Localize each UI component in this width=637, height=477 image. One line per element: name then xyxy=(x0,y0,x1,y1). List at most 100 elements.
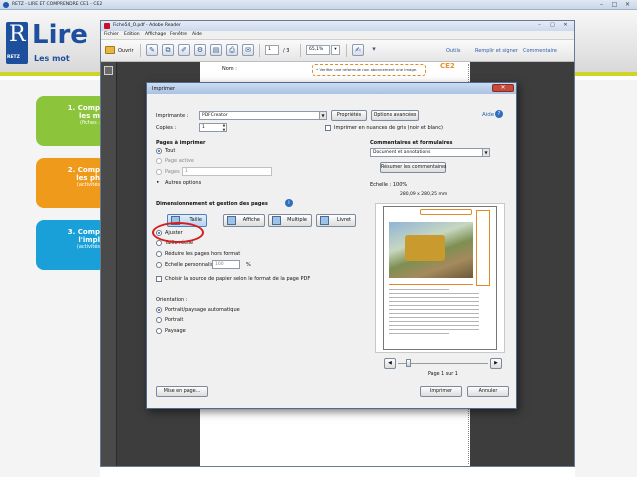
settings-icon[interactable]: ⚙ xyxy=(194,44,206,56)
comments-section-title: Commentaires et formulaires xyxy=(370,140,453,146)
more-options-toggle[interactable]: Autres options xyxy=(165,180,201,186)
email-icon[interactable]: ✉ xyxy=(242,44,254,56)
menu-edition[interactable]: Edition xyxy=(124,32,140,37)
orientation-auto-radio[interactable] xyxy=(156,307,162,313)
help-icon[interactable]: ? xyxy=(495,110,503,118)
cancel-button[interactable]: Annuler xyxy=(467,386,509,397)
shrink-oversized-radio[interactable] xyxy=(156,251,162,257)
paper-source-label: Choisir la source de papier selon le for… xyxy=(165,276,311,282)
edit-icon[interactable]: ✐ xyxy=(178,44,190,56)
app-icon xyxy=(3,2,9,8)
tools-panel-link[interactable]: Outils xyxy=(446,48,460,54)
card-title: 1. Comp xyxy=(67,104,100,112)
outer-minimize-button[interactable]: – xyxy=(595,1,608,9)
properties-button[interactable]: Propriétés xyxy=(331,110,367,121)
chapter-card-3[interactable]: 3. Comp l'impl (activités xyxy=(36,220,106,270)
document-warning-box: • Verifier une reformule non abonnement … xyxy=(312,64,426,76)
create-pdf-icon[interactable]: ✎ xyxy=(146,44,158,56)
menu-affichage[interactable]: Affichage xyxy=(145,32,166,37)
pages-range-label: Pages xyxy=(165,169,180,175)
card-title: 2. Comp xyxy=(67,166,100,174)
paper-source-checkbox[interactable] xyxy=(156,276,162,282)
custom-scale-input[interactable]: 100 xyxy=(212,260,240,269)
preview-prev-button[interactable]: ◀ xyxy=(384,358,396,369)
card-title-2: l'impl xyxy=(78,236,100,244)
card-title: 3. Comp xyxy=(67,228,100,236)
help-link[interactable]: Aide xyxy=(482,112,494,118)
preview-page-indicator: Page 1 sur 1 xyxy=(428,372,458,377)
pages-range-input[interactable]: 1 xyxy=(182,167,272,176)
card-subtitle: (activités xyxy=(76,182,100,188)
preview-text-line xyxy=(389,284,473,285)
pages-all-label: Tout xyxy=(165,148,176,154)
preview-next-button[interactable]: ▶ xyxy=(490,358,502,369)
pages-active-radio[interactable] xyxy=(156,158,162,164)
comment-panel-link[interactable]: Commentaire xyxy=(523,48,557,54)
navigation-pane xyxy=(101,62,117,466)
summarize-comments-button[interactable]: Résumer les commentaires xyxy=(380,162,446,173)
preview-text-line xyxy=(389,297,479,298)
custom-scale-radio[interactable] xyxy=(156,262,162,268)
preview-slider-thumb[interactable] xyxy=(406,359,411,367)
sign-icon[interactable]: ✍ xyxy=(352,44,364,56)
page-thumbnails-icon[interactable] xyxy=(104,66,113,75)
reader-minimize-button[interactable]: – xyxy=(533,21,546,30)
orientation-landscape-radio[interactable] xyxy=(156,328,162,334)
toolbar-more-icon[interactable]: ▾ xyxy=(368,44,380,56)
comments-select[interactable]: Document et annotations xyxy=(370,148,490,157)
pages-active-label: Page active xyxy=(165,158,194,164)
chapter-card-1[interactable]: 1. Comp les m (fiches : xyxy=(36,96,106,146)
highlight-ellipse-annotation xyxy=(152,222,204,243)
open-button[interactable]: Ouvrir xyxy=(118,48,134,54)
printer-select[interactable]: PDFCreator xyxy=(199,111,327,120)
printer-chevron-down-icon[interactable]: ▼ xyxy=(319,112,326,119)
poster-tab-icon xyxy=(227,216,236,225)
print-button[interactable]: Imprimer xyxy=(420,386,462,397)
grayscale-label: Imprimer en nuances de gris (noir et bla… xyxy=(334,125,443,131)
menu-aide[interactable]: Aide xyxy=(192,32,202,37)
toolbar-separator xyxy=(300,44,301,57)
comments-chevron-down-icon[interactable]: ▼ xyxy=(482,149,489,156)
card-subtitle: (activités xyxy=(76,244,100,250)
more-options-expand-icon[interactable]: ▸ xyxy=(157,180,159,185)
pages-all-radio[interactable] xyxy=(156,148,162,154)
preview-text-line xyxy=(389,305,479,306)
orientation-portrait-radio[interactable] xyxy=(156,317,162,323)
print-icon[interactable]: ⎙ xyxy=(226,44,238,56)
preview-text-line xyxy=(389,329,479,330)
scale-label: Echelle : 100% xyxy=(370,182,408,188)
toolbar-separator xyxy=(259,44,260,57)
copies-stepper[interactable]: ▲ ▼ xyxy=(221,123,227,132)
page-setup-button[interactable]: Mise en page... xyxy=(156,386,208,397)
grayscale-checkbox[interactable] xyxy=(325,125,331,131)
page-number-input[interactable]: 1 xyxy=(265,45,279,55)
folder-icon[interactable] xyxy=(105,46,115,54)
menu-fenetre[interactable]: Fenêtre xyxy=(170,32,187,37)
reader-close-button[interactable]: ✕ xyxy=(559,21,572,30)
zoom-dropdown-chevron-icon[interactable]: ▾ xyxy=(331,45,340,55)
fill-sign-panel-link[interactable]: Remplir et signer xyxy=(475,48,518,54)
combine-icon[interactable]: ⧉ xyxy=(162,44,174,56)
menu-fichier[interactable]: Fichier xyxy=(104,32,119,37)
app-subtitle: Les mot xyxy=(34,54,70,63)
actual-size-radio[interactable] xyxy=(156,240,162,246)
print-dialog-close-button[interactable]: ✕ xyxy=(492,84,514,92)
zoom-input[interactable]: 65,1% xyxy=(306,45,330,55)
preview-slider-track[interactable] xyxy=(398,363,488,364)
outer-maximize-button[interactable]: □ xyxy=(608,1,621,9)
save-icon[interactable]: ▤ xyxy=(210,44,222,56)
outer-close-button[interactable]: ✕ xyxy=(621,1,634,9)
right-panel xyxy=(575,80,637,477)
card-subtitle: (fiches : xyxy=(80,120,100,126)
multiple-tab-icon xyxy=(272,216,281,225)
chapter-card-2[interactable]: 2. Comp les ph (activités xyxy=(36,158,106,208)
sizing-info-icon[interactable]: i xyxy=(285,199,293,207)
preview-header-tag xyxy=(420,209,472,215)
pages-range-radio[interactable] xyxy=(156,169,162,175)
printer-label: Imprimante : xyxy=(156,113,189,119)
preview-text-line xyxy=(389,309,479,310)
copies-label: Copies : xyxy=(156,125,177,131)
reader-maximize-button[interactable]: □ xyxy=(546,21,559,30)
advanced-options-button[interactable]: Options avancées xyxy=(371,110,419,121)
custom-scale-unit: % xyxy=(246,262,251,268)
